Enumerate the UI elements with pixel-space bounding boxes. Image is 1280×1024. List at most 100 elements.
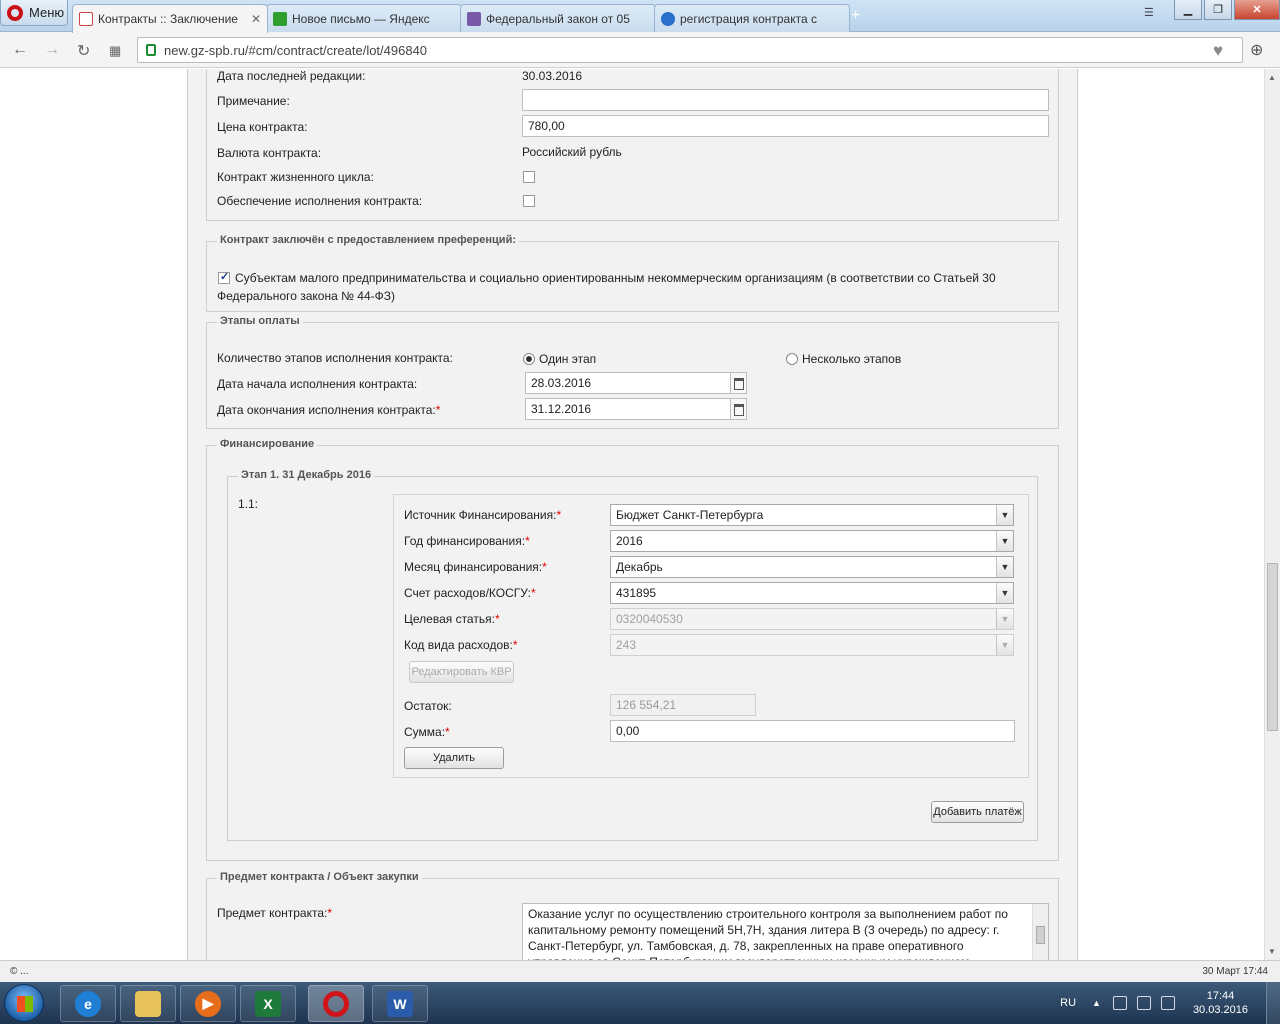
question-favicon-icon — [661, 11, 675, 26]
word-icon: W — [387, 990, 413, 1017]
secure-lock-icon — [146, 44, 156, 56]
start-date-input[interactable]: 28.03.2016 — [525, 372, 747, 394]
taskbar-excel[interactable]: X — [240, 985, 296, 1022]
source-select[interactable]: Бюджет Санкт-Петербурга ▼ — [610, 504, 1014, 526]
scroll-thumb[interactable] — [1267, 563, 1278, 731]
required-marker: * — [525, 534, 530, 548]
clock-date: 30.03.2016 — [1192, 1004, 1248, 1016]
many-stages-radio[interactable] — [786, 353, 798, 365]
expense-code-label: Код вида расходов:* — [404, 638, 518, 652]
taskbar-opera[interactable] — [308, 985, 364, 1022]
year-value: 2016 — [616, 534, 643, 548]
sum-input[interactable]: 0,00 — [610, 720, 1015, 742]
close-tab-icon[interactable]: ✕ — [251, 12, 261, 26]
stage-1-legend: Этап 1. 31 Декабрь 2016 — [238, 469, 375, 481]
scroll-down-icon[interactable]: ▼ — [1268, 947, 1276, 956]
textarea-scrollbar[interactable] — [1032, 904, 1048, 960]
scroll-up-icon[interactable]: ▲ — [1268, 73, 1276, 82]
one-stage-radio[interactable] — [523, 353, 535, 365]
reload-icon[interactable]: ↻ — [77, 41, 90, 61]
taskbar-ie[interactable]: e — [60, 985, 116, 1022]
stage-1-section: Этап 1. 31 Декабрь 2016 1.1: Источник Фи… — [227, 469, 1038, 841]
one-stage-label: Один этап — [539, 352, 597, 366]
speed-dial-icon[interactable]: ▦ — [109, 43, 121, 59]
folder-icon — [135, 990, 161, 1017]
price-input[interactable]: 780,00 — [522, 115, 1049, 137]
clock[interactable]: 17:44 30.03.2016 — [1193, 989, 1248, 1017]
download-icon[interactable]: ⊕ — [1250, 40, 1263, 60]
preferences-legend: Контракт заключён с предоставлением преф… — [217, 234, 519, 246]
stage-count-label: Количество этапов исполнения контракта: — [217, 351, 453, 365]
subject-label-text: Предмет контракта: — [217, 906, 328, 920]
required-marker: * — [542, 560, 547, 574]
financing-section: Финансирование Этап 1. 31 Декабрь 2016 1… — [206, 438, 1059, 861]
subject-text: Оказание услуг по осуществлению строител… — [528, 907, 1008, 960]
bookmark-heart-icon[interactable]: ♥ — [1213, 41, 1223, 61]
calendar-icon[interactable] — [730, 373, 746, 393]
year-select[interactable]: 2016 ▼ — [610, 530, 1014, 552]
month-label-text: Месяц финансирования: — [404, 560, 543, 574]
account-select[interactable]: 431895 ▼ — [610, 582, 1014, 604]
contracts-favicon-icon — [79, 12, 93, 26]
calendar-icon[interactable] — [730, 399, 746, 419]
forward-icon[interactable]: → — [44, 41, 60, 59]
smb-text-line1: Субъектам малого предпринимательства и с… — [235, 271, 996, 285]
start-date-value: 28.03.2016 — [531, 376, 592, 390]
taskbar-media-player[interactable]: ▶ — [180, 985, 236, 1022]
smb-checkbox[interactable] — [218, 270, 230, 284]
network-icon[interactable] — [1112, 996, 1127, 1010]
target-select: 0320040530 ▼ — [610, 608, 1014, 630]
language-indicator[interactable]: RU — [1060, 997, 1076, 1009]
start-button[interactable] — [4, 984, 44, 1022]
tab-menu-icon[interactable]: ☰ — [1144, 6, 1154, 19]
note-input[interactable] — [522, 89, 1049, 111]
address-field[interactable]: new.gz-spb.ru/#cm/contract/create/lot/49… — [137, 37, 1243, 63]
action-center-icon[interactable] — [1136, 996, 1151, 1010]
required-marker: * — [327, 906, 333, 920]
note-label: Примечание: — [217, 94, 290, 108]
chevron-down-icon: ▼ — [996, 609, 1013, 629]
page-scrollbar[interactable]: ▲ ▼ — [1264, 69, 1280, 960]
maximize-icon[interactable]: ❐ — [1204, 0, 1232, 20]
url-text: new.gz-spb.ru/#cm/contract/create/lot/49… — [164, 42, 428, 58]
end-date-input[interactable]: 31.12.2016 — [525, 398, 747, 420]
add-payment-button[interactable]: Добавить платёж — [931, 801, 1024, 823]
taskbar-word[interactable]: W — [372, 985, 428, 1022]
start-date-label: Дата начала исполнения контракта: — [217, 377, 418, 391]
new-tab-button[interactable]: + — [851, 7, 860, 25]
tab-contracts[interactable]: Контракты :: Заключение ✕ — [72, 4, 268, 33]
opera-logo-icon — [7, 4, 23, 21]
last-edit-value: 30.03.2016 — [522, 69, 583, 83]
window-controls: ▁ ❐ ✕ — [1174, 0, 1280, 20]
source-value: Бюджет Санкт-Петербурга — [616, 508, 764, 522]
tab-federal-law[interactable]: Федеральный закон от 05 — [460, 4, 656, 32]
taskbar-explorer[interactable] — [120, 985, 176, 1022]
security-checkbox[interactable] — [523, 195, 535, 207]
clock-time: 17:44 — [1206, 990, 1235, 1002]
yandex-mail-favicon-icon — [273, 11, 287, 26]
volume-icon[interactable] — [1160, 996, 1175, 1010]
scroll-thumb[interactable] — [1036, 926, 1045, 944]
subject-legend: Предмет контракта / Объект закупки — [217, 871, 422, 883]
tab-contract-registration[interactable]: регистрация контракта с — [654, 4, 850, 32]
tab-yandex-mail[interactable]: Новое письмо — Яндекс — [266, 4, 462, 32]
tab-title: регистрация контракта с — [680, 11, 817, 26]
subject-textarea[interactable]: Оказание услуг по осуществлению строител… — [522, 903, 1049, 960]
windows-taskbar: e ▶ X W RU ▲ 17:44 30.03.2016 — [0, 982, 1280, 1024]
opera-menu-button[interactable]: Меню — [0, 0, 68, 26]
smb-text-line2: Федерального закона № 44-ФЗ) — [217, 289, 396, 303]
chevron-down-icon: ▼ — [996, 583, 1013, 603]
lifecycle-checkbox[interactable] — [523, 171, 535, 183]
month-select[interactable]: Декабрь ▼ — [610, 556, 1014, 578]
chevron-down-icon: ▼ — [996, 635, 1013, 655]
back-icon[interactable]: ← — [12, 41, 28, 59]
close-window-icon[interactable]: ✕ — [1234, 0, 1280, 20]
minimize-icon[interactable]: ▁ — [1174, 0, 1202, 20]
preferences-section: Контракт заключён с предоставлением преф… — [206, 234, 1059, 312]
financing-legend: Финансирование — [217, 438, 318, 450]
tray-expand-icon[interactable]: ▲ — [1092, 998, 1101, 1008]
delete-button[interactable]: Удалить — [404, 747, 504, 769]
show-desktop-button[interactable] — [1266, 982, 1280, 1024]
federal-law-favicon-icon — [467, 11, 481, 26]
edit-kvr-button[interactable]: Редактировать КВР — [409, 661, 514, 683]
